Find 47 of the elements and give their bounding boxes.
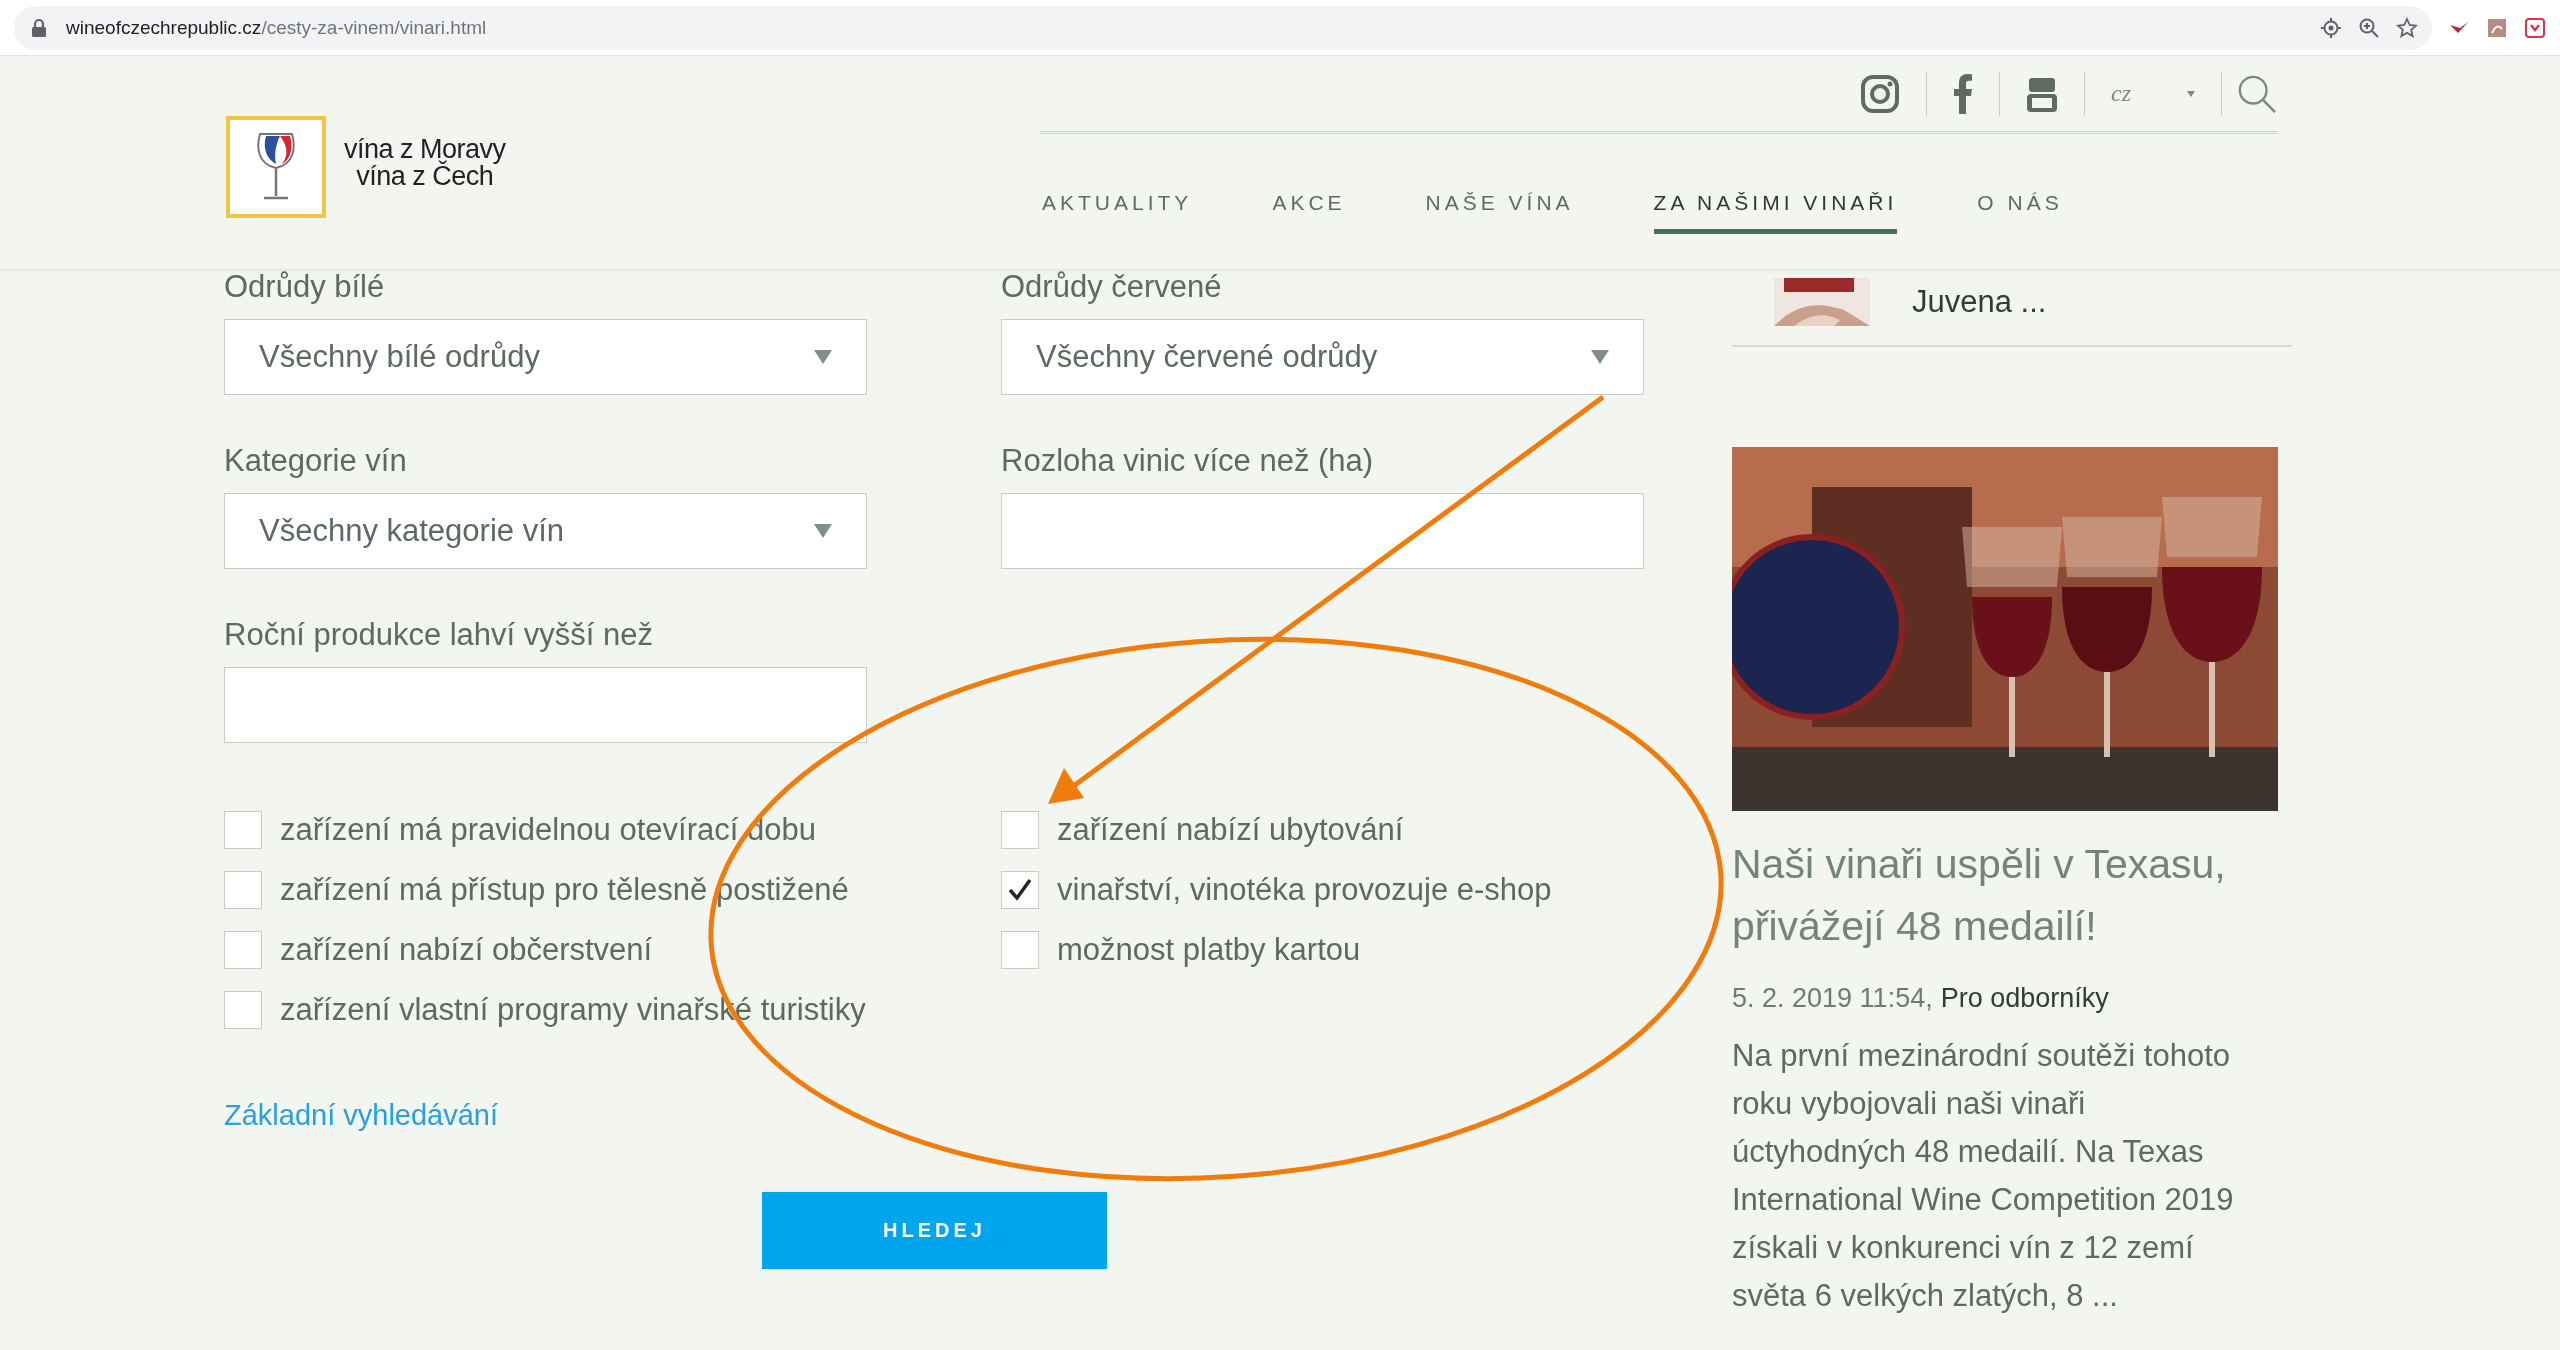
caret-icon[interactable] xyxy=(2187,90,2195,97)
field-label: Odrůdy bílé xyxy=(224,269,386,305)
target-icon[interactable] xyxy=(2320,16,2342,39)
caret-icon xyxy=(814,350,832,364)
article-excerpt: Na první mezinárodní soutěži tohoto roku vybojovali naši vinaři úctyhodných 48 medailí. Na Texas International Wine Competition 2019 získali v konkurenci vín z 12 zemí světa 6 velkých zlatých, 8 ... xyxy=(1732,1037,2235,1315)
zoom-icon[interactable] xyxy=(2358,16,2380,39)
caret-icon xyxy=(814,524,832,538)
field-label: Rozloha vinic více než (ha) xyxy=(1001,443,1375,479)
search-button[interactable]: HLEDEJ xyxy=(762,1192,1107,1269)
basic-search-link[interactable]: Základní vyhledávání xyxy=(224,1099,499,1132)
checkbox[interactable] xyxy=(1001,871,1039,909)
dropdown[interactable]: Všechny červené odrůdy xyxy=(1001,319,1644,395)
checkbox[interactable] xyxy=(1001,811,1039,849)
checkbox[interactable] xyxy=(224,871,262,909)
checkbox[interactable] xyxy=(224,931,262,969)
camera-icon[interactable] xyxy=(1860,73,1900,114)
input-field[interactable] xyxy=(1001,493,1644,569)
field-label: Odrůdy červené xyxy=(1001,269,1223,305)
wine-glass-icon[interactable] xyxy=(226,116,326,218)
checkmark-icon xyxy=(1007,878,1033,902)
facebook-icon[interactable] xyxy=(1953,73,1973,114)
nav-link[interactable]: ZA NAŠIMI VINAŘI xyxy=(1653,191,1898,234)
input-field[interactable] xyxy=(224,667,867,743)
checkbox[interactable] xyxy=(1001,931,1039,969)
checkbox-label[interactable]: vinařství, vinotéka provozuje e-shop xyxy=(1057,872,1552,908)
star-icon[interactable] xyxy=(2396,16,2418,39)
nav-link[interactable]: AKCE xyxy=(1272,191,1346,234)
field-label: Roční produkce lahví vyšší než xyxy=(224,617,655,653)
caret-icon xyxy=(1591,350,1609,364)
checkbox[interactable] xyxy=(224,811,262,849)
language-selector[interactable]: cz xyxy=(2111,80,2131,107)
article-headline[interactable]: Naši vinaři uspěli v Texasu, přivážejí 48 medailí! xyxy=(1732,833,2292,957)
category-link[interactable]: Pro odborníky xyxy=(1940,983,2109,1014)
nav-link[interactable]: NAŠE VÍNA xyxy=(1425,191,1574,234)
checkbox-label[interactable]: možnost platby kartou xyxy=(1057,932,1361,968)
checkbox[interactable] xyxy=(224,991,262,1029)
checkbox-label[interactable]: zařízení nabízí ubytování xyxy=(1057,812,1404,848)
dropdown[interactable]: Všechny kategorie vín xyxy=(224,493,867,569)
nav-link[interactable]: AKTUALITY xyxy=(1042,191,1193,234)
article-title[interactable]: Juvena ... xyxy=(1912,284,2047,320)
dropdown[interactable]: Všechny bílé odrůdy xyxy=(224,319,867,395)
checkbox-label[interactable]: zařízení nabízí občerstvení xyxy=(280,932,653,968)
address-bar[interactable]: wineofczechrepublic.cz/cesty-za-vinem/vinari.html xyxy=(14,5,2432,50)
article-date: 5. 2. 2019 11:54, xyxy=(1732,983,1933,1014)
search-icon[interactable] xyxy=(2236,73,2278,114)
field-label: Kategorie vín xyxy=(224,443,408,479)
nav-link[interactable]: O NÁS xyxy=(1977,191,2063,234)
